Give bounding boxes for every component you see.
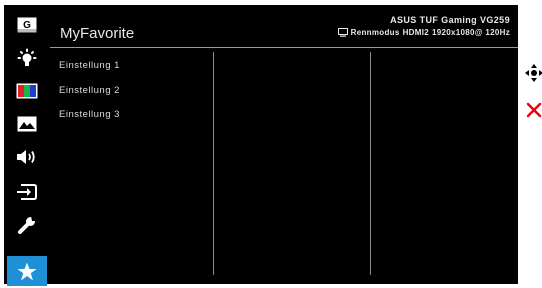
menu-item-setting-3[interactable]: Einstellung 3	[59, 109, 120, 120]
input-select-icon	[17, 183, 37, 200]
sound-icon	[17, 149, 35, 164]
resolution-label: 1920x1080@ 120Hz	[432, 28, 510, 37]
header-divider	[50, 47, 518, 48]
sidebar-item-input-select[interactable]	[10, 177, 44, 206]
sidebar-item-brightness[interactable]	[10, 44, 44, 73]
sidebar-item-image[interactable]	[10, 109, 44, 138]
menu-item-setting-1[interactable]: Einstellung 1	[59, 60, 120, 71]
system-setup-icon	[18, 215, 36, 234]
sidebar-item-myfavorite[interactable]	[7, 256, 47, 286]
sidebar-item-system-setup[interactable]	[10, 210, 44, 239]
status-info: Rennmodus HDMI2 1920x1080@ 120Hz	[337, 28, 510, 37]
close-button[interactable]	[525, 101, 542, 119]
myfavorite-star-icon	[17, 262, 37, 280]
osd-menu: G MyFavorite ASUS TUF Gaming VG259 Rennm…	[4, 5, 518, 286]
sidebar: G	[4, 5, 50, 286]
page-title: MyFavorite	[60, 25, 135, 42]
close-icon	[526, 102, 542, 118]
svg-text:G: G	[23, 20, 31, 31]
move-navigate-button[interactable]	[525, 64, 542, 82]
color-icon	[16, 83, 38, 98]
model-name: ASUS TUF Gaming VG259	[390, 15, 510, 25]
move-navigate-icon	[525, 64, 542, 82]
sidebar-item-sound[interactable]	[10, 142, 44, 171]
image-icon	[17, 116, 37, 131]
game-mode-label: Rennmodus	[350, 28, 400, 37]
gaming-icon: G	[17, 17, 37, 32]
brightness-icon	[17, 48, 37, 66]
column-divider	[370, 52, 371, 275]
sidebar-item-gaming[interactable]: G	[10, 10, 44, 39]
column-divider	[213, 52, 214, 275]
monitor-icon	[337, 28, 348, 37]
menu-item-setting-2[interactable]: Einstellung 2	[59, 85, 120, 96]
input-source-label: HDMI2	[402, 28, 429, 37]
sidebar-item-color[interactable]	[10, 76, 44, 105]
